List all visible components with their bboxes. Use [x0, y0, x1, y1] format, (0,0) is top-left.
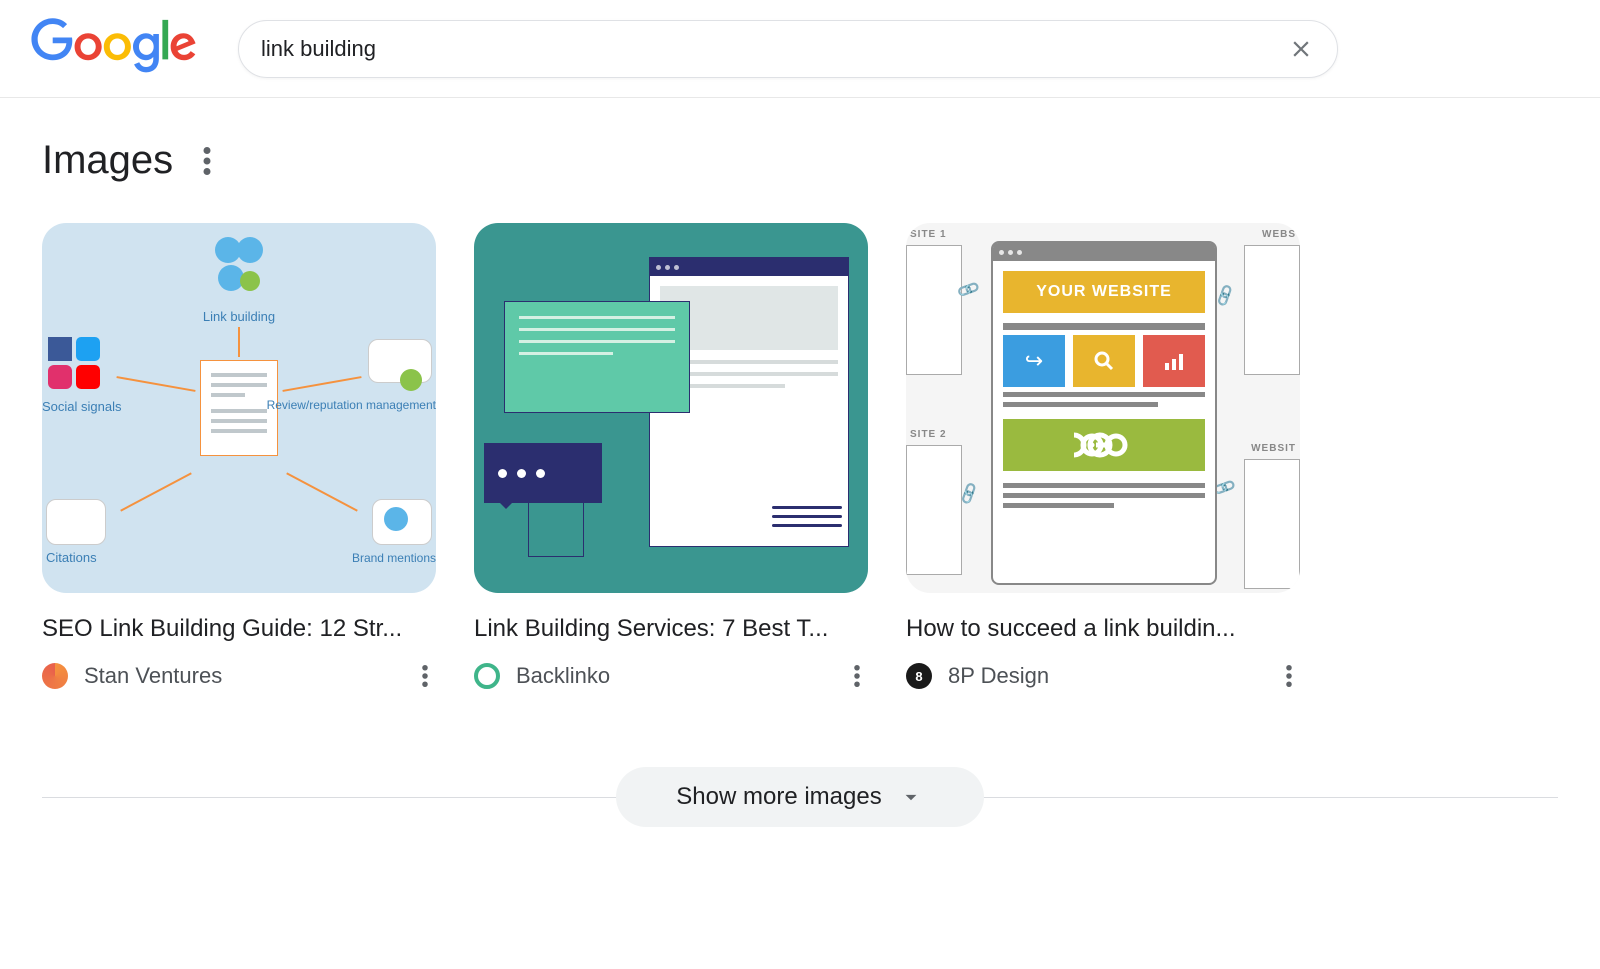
search-input[interactable] — [261, 36, 1287, 62]
share-icon: ↪ — [1003, 335, 1065, 387]
source-name[interactable]: Stan Ventures — [84, 663, 398, 689]
close-icon — [1288, 36, 1314, 62]
show-more-label: Show more images — [676, 783, 881, 811]
chevron-down-icon — [898, 784, 924, 810]
search-icon — [1073, 335, 1135, 387]
source-favicon: 8 — [906, 663, 932, 689]
link-icon — [1003, 419, 1205, 471]
source-favicon — [474, 663, 500, 689]
source-name[interactable]: 8P Design — [948, 663, 1262, 689]
diagram-label: Review/reputation management — [267, 399, 436, 412]
illustration-main-site: YOUR WEBSITE ↪ — [991, 241, 1217, 585]
clear-search-button[interactable] — [1287, 35, 1315, 63]
image-result-title[interactable]: How to succeed a link buildin... — [906, 615, 1300, 643]
image-result-source: Stan Ventures — [42, 657, 436, 695]
section-title: Images — [42, 138, 173, 183]
image-result-card: SITE 1 SITE 2 WEBS WEBSIT 🔗 🔗 🔗 🔗 YOUR W… — [906, 223, 1300, 695]
illustration-banner: YOUR WEBSITE — [1003, 271, 1205, 313]
more-vertical-icon — [1286, 665, 1292, 687]
image-thumbnail[interactable]: Link building Social signals Review/repu… — [42, 223, 436, 593]
section-header: Images — [42, 138, 1558, 183]
illustration-label: SITE 2 — [910, 429, 947, 440]
image-result-source: Backlinko — [474, 657, 868, 695]
diagram-label: Brand mentions — [352, 551, 436, 565]
image-results-grid: Link building Social signals Review/repu… — [42, 223, 1558, 695]
more-vertical-icon — [422, 665, 428, 687]
image-result-source: 8 8P Design — [906, 657, 1300, 695]
image-result-card: Link Building Services: 7 Best T... Back… — [474, 223, 868, 695]
result-options-button[interactable] — [846, 657, 868, 695]
section-options-button[interactable] — [195, 139, 219, 183]
illustration-label: WEBSIT — [1251, 443, 1296, 454]
google-logo[interactable] — [30, 18, 198, 79]
illustration-card — [504, 301, 690, 413]
image-result-title[interactable]: Link Building Services: 7 Best T... — [474, 615, 868, 643]
search-bar[interactable] — [238, 20, 1338, 78]
source-favicon — [42, 663, 68, 689]
diagram-label: Social signals — [42, 399, 122, 414]
illustration-label: SITE 1 — [910, 229, 947, 240]
show-more-button[interactable]: Show more images — [616, 767, 983, 827]
images-section: Images Link building — [0, 98, 1600, 869]
image-result-card: Link building Social signals Review/repu… — [42, 223, 436, 695]
show-more-container: Show more images — [42, 765, 1558, 829]
illustration-label: WEBS — [1262, 229, 1296, 240]
more-vertical-icon — [854, 665, 860, 687]
image-thumbnail[interactable]: SITE 1 SITE 2 WEBS WEBSIT 🔗 🔗 🔗 🔗 YOUR W… — [906, 223, 1300, 593]
chat-bubble-icon — [484, 443, 602, 503]
diagram-label: Link building — [203, 309, 275, 324]
chart-icon — [1143, 335, 1205, 387]
more-vertical-icon — [203, 147, 211, 175]
diagram-label: Citations — [46, 550, 97, 565]
result-options-button[interactable] — [1278, 657, 1300, 695]
header-bar — [0, 0, 1600, 98]
image-result-title[interactable]: SEO Link Building Guide: 12 Str... — [42, 615, 436, 643]
image-thumbnail[interactable] — [474, 223, 868, 593]
result-options-button[interactable] — [414, 657, 436, 695]
source-name[interactable]: Backlinko — [516, 663, 830, 689]
